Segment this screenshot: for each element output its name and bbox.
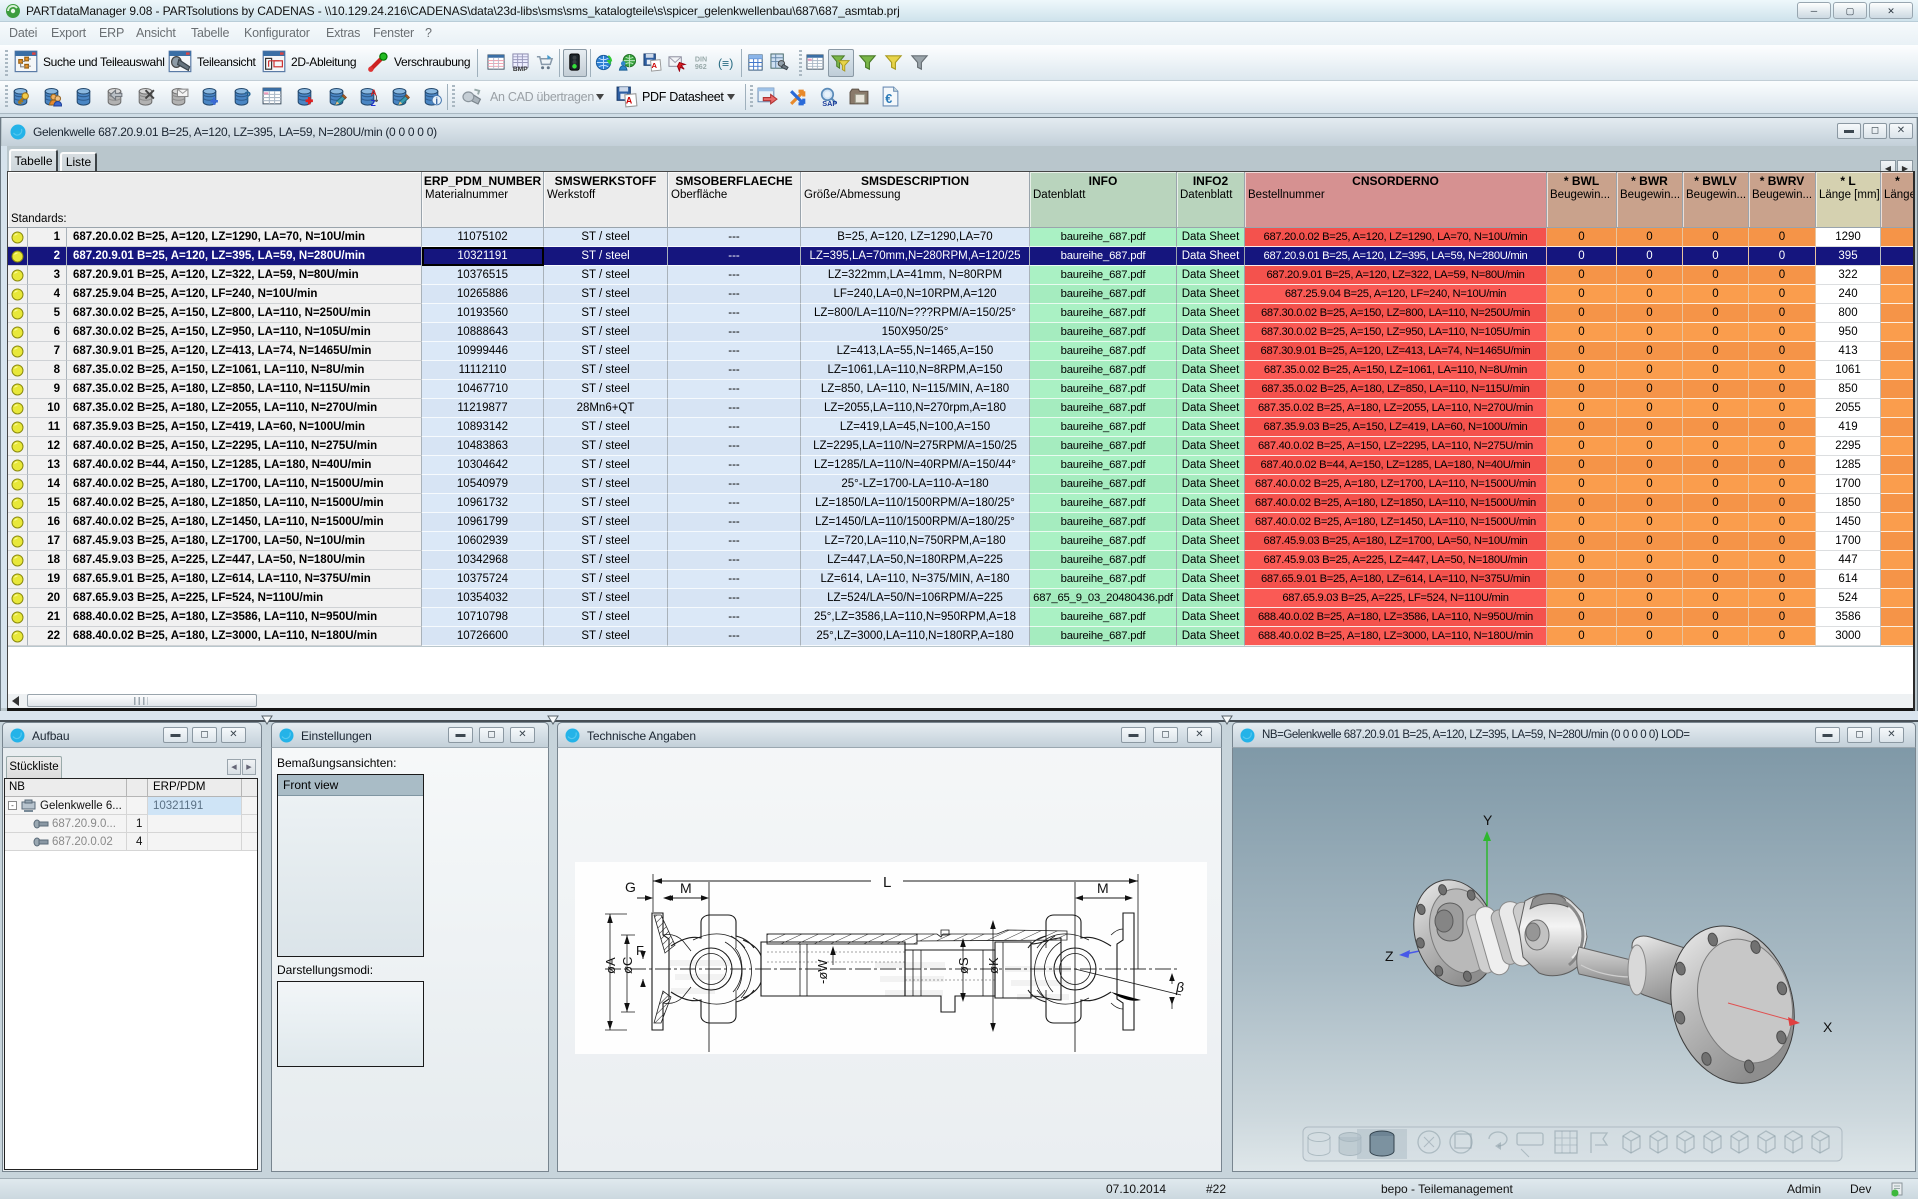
svg-text:A: A: [652, 61, 658, 70]
svg-text:(≡): (≡): [718, 56, 733, 70]
svg-text:L: L: [883, 874, 891, 891]
svg-text:øS: øS: [956, 957, 971, 974]
svg-text:X: X: [1823, 1019, 1833, 1035]
svg-text:€: €: [885, 92, 892, 106]
svg-text:BMP: BMP: [513, 66, 528, 72]
svg-text:-øW: -øW: [815, 959, 830, 984]
svg-text:?: ?: [244, 90, 252, 104]
svg-text:SAP: SAP: [822, 99, 837, 107]
svg-text:øA: øA: [603, 957, 618, 974]
svg-text:F: F: [636, 943, 644, 958]
svg-text:Z: Z: [371, 98, 376, 107]
svg-text:øK: øK: [986, 957, 1001, 974]
svg-text:Y: Y: [1483, 812, 1493, 828]
svg-text:962: 962: [695, 63, 707, 71]
svg-text:β: β: [1175, 979, 1184, 995]
svg-text:Z: Z: [1385, 948, 1394, 964]
svg-text:A: A: [626, 96, 633, 106]
svg-text:M: M: [1097, 880, 1109, 896]
svg-text:øC: øC: [620, 957, 635, 974]
svg-text:i: i: [435, 96, 437, 106]
svg-text:A: A: [371, 87, 377, 97]
svg-text:G: G: [625, 879, 636, 895]
svg-text:M: M: [680, 880, 692, 896]
